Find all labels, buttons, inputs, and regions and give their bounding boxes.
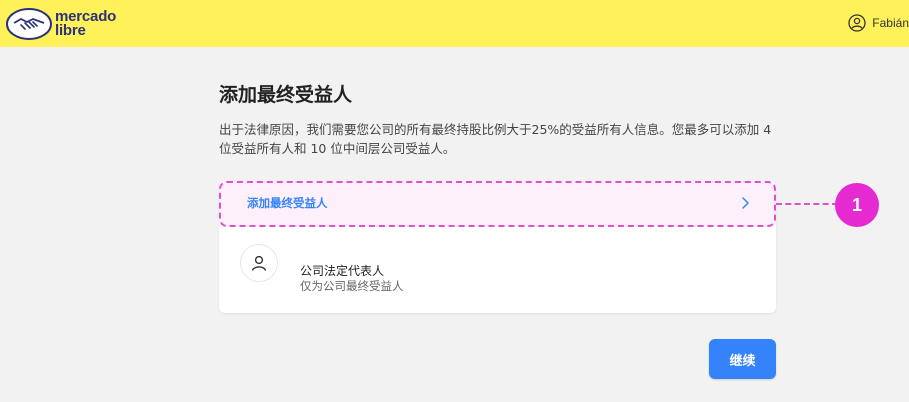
logo-line-2: libre xyxy=(55,22,86,39)
representative-subtitle: 仅为公司最终受益人 xyxy=(300,279,404,293)
step-number-badge: 1 xyxy=(835,183,879,227)
representative-avatar xyxy=(240,244,278,282)
annotation-connector xyxy=(776,203,838,205)
logo-wordmark: mercado libre xyxy=(55,9,116,39)
top-bar: mercado libre Fabián xyxy=(0,0,909,47)
continue-button[interactable]: 继续 xyxy=(709,339,776,379)
person-icon xyxy=(251,255,267,271)
mercadolibre-logo[interactable]: mercado libre xyxy=(6,8,116,40)
add-beneficiary-label: 添加最终受益人 xyxy=(247,196,328,210)
handshake-logo-icon xyxy=(6,8,52,40)
user-circle-icon xyxy=(848,14,866,32)
page-title: 添加最终受益人 xyxy=(219,84,353,106)
user-menu[interactable]: Fabián xyxy=(848,14,909,32)
user-name: Fabián xyxy=(872,16,909,30)
chevron-right-icon xyxy=(742,197,749,209)
page-description: 出于法律原因，我们需要您公司的所有最终持股比例大于25%的受益所有人信息。您最多… xyxy=(219,122,772,156)
representative-title: 公司法定代表人 xyxy=(300,264,385,278)
add-beneficiary-row[interactable]: 添加最终受益人 xyxy=(219,181,776,227)
